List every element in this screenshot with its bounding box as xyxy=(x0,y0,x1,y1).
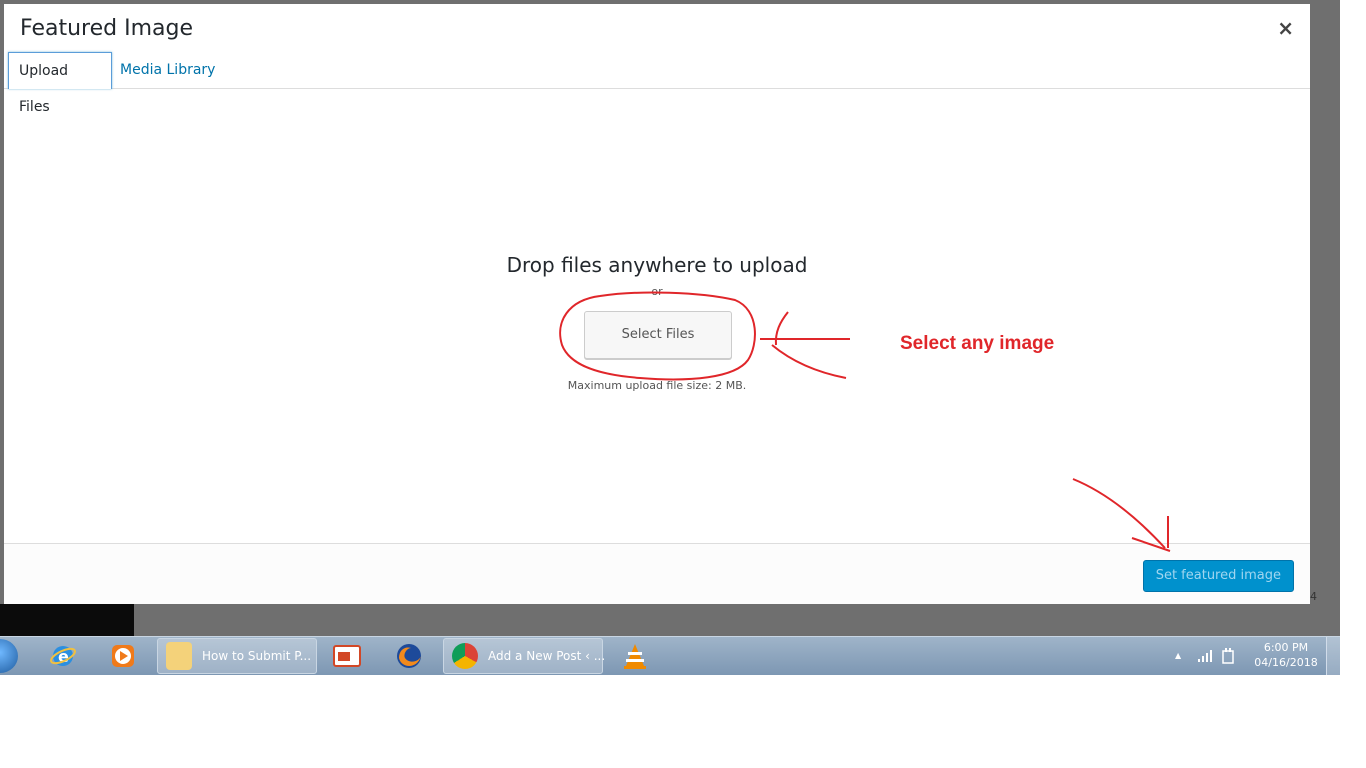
folder-icon xyxy=(166,642,192,670)
modal-header: Featured Image × Upload Files Media Libr… xyxy=(4,4,1310,115)
set-featured-image-button[interactable]: Set featured image xyxy=(1142,560,1294,592)
internet-explorer-icon[interactable]: e xyxy=(48,641,78,671)
powerpoint-icon[interactable] xyxy=(332,641,362,671)
windows-taskbar: e How to Submit P... Add a New Post ‹ ..… xyxy=(0,636,1341,675)
taskbar-button-folder[interactable]: How to Submit P... xyxy=(157,638,317,674)
media-player-icon[interactable] xyxy=(108,641,138,671)
close-icon[interactable]: × xyxy=(1277,16,1294,40)
show-desktop-button[interactable] xyxy=(1326,637,1341,675)
power-icon[interactable] xyxy=(1221,647,1235,665)
backdrop-dark-area xyxy=(0,604,134,636)
windows-start-icon[interactable] xyxy=(0,639,18,673)
or-text: or xyxy=(651,285,663,298)
max-upload-size-text: Maximum upload file size: 2 MB. xyxy=(567,379,747,392)
backdrop-edge-number: 4 xyxy=(1310,590,1317,603)
firefox-icon[interactable] xyxy=(394,641,424,671)
taskbar-button-chrome[interactable]: Add a New Post ‹ ... xyxy=(443,638,606,674)
clock-time: 6:00 PM xyxy=(1263,641,1309,654)
upload-area[interactable]: Drop files anywhere to upload or Select … xyxy=(4,89,1310,543)
modal-footer: Set featured image xyxy=(4,543,1310,604)
taskbar-button-label: How to Submit P... xyxy=(202,649,312,663)
clock-date: 04/16/2018 xyxy=(1254,656,1318,669)
tab-upload-files[interactable]: Upload Files xyxy=(8,52,112,115)
taskbar-button-label: Add a New Post ‹ ... xyxy=(488,649,606,663)
taskbar-clock[interactable]: 6:00 PM 04/16/2018 xyxy=(1252,640,1320,670)
featured-image-modal: Featured Image × Upload Files Media Libr… xyxy=(4,4,1310,604)
chrome-icon xyxy=(452,643,478,669)
drop-files-heading: Drop files anywhere to upload xyxy=(506,253,808,277)
tray-arrow-icon[interactable]: ▲ xyxy=(1175,651,1181,660)
select-files-button[interactable]: Select Files xyxy=(584,311,732,359)
tab-media-library[interactable]: Media Library xyxy=(110,52,225,88)
modal-title: Featured Image xyxy=(20,16,193,41)
signal-icon[interactable] xyxy=(1197,649,1213,663)
annotation-label: Select any image xyxy=(900,333,1055,354)
vlc-icon[interactable] xyxy=(620,641,650,671)
